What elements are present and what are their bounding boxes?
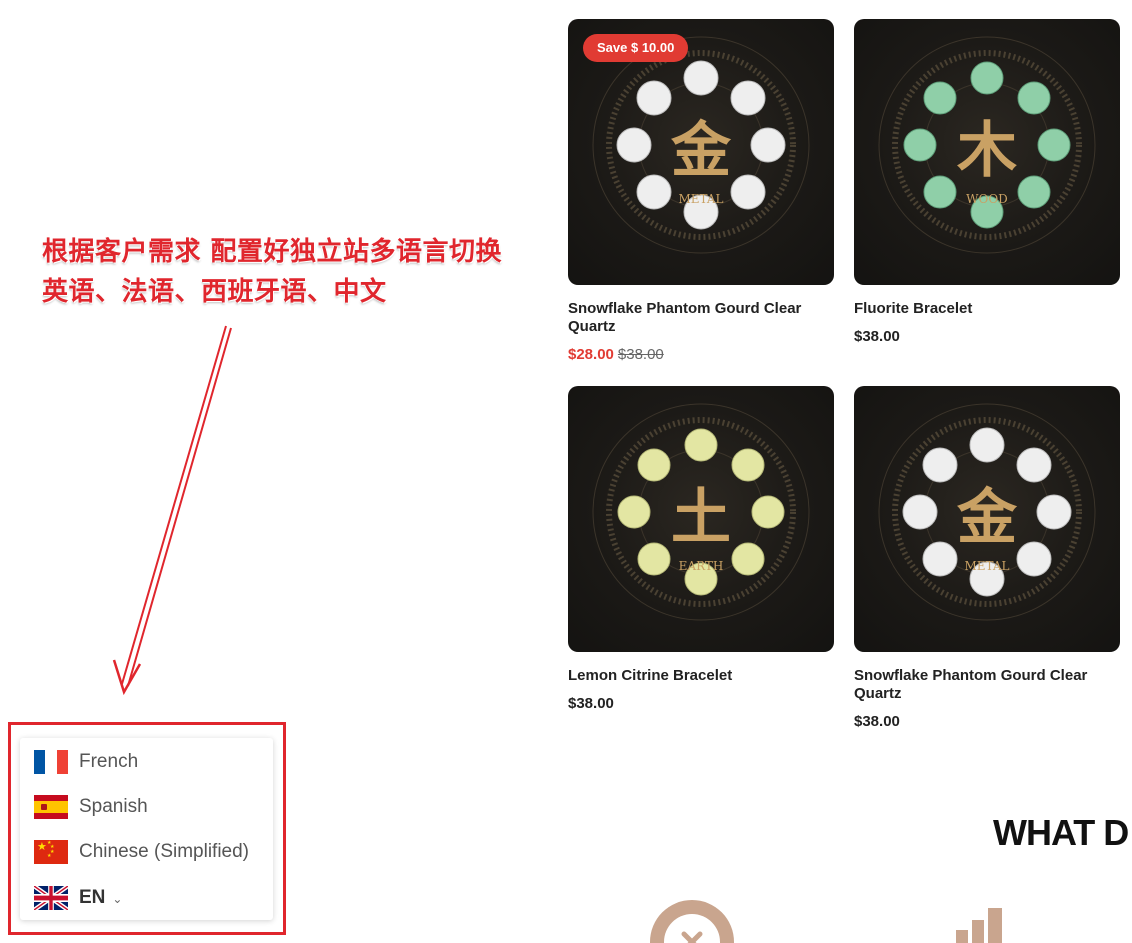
product-price: $28.00 $38.00 [568,346,834,363]
flag-uk-icon [34,886,68,910]
product-title[interactable]: Snowflake Phantom Gourd Clear Quartz [854,667,1104,703]
emblem-word: EARTH [679,559,724,573]
product-title[interactable]: Lemon Citrine Bracelet [568,667,818,685]
bracelet-graphic: 金 METAL [592,36,810,254]
product-price: $38.00 [854,328,1120,345]
product-image[interactable]: 木 WOOD [854,19,1120,285]
language-option-label: French [79,751,139,772]
product-image[interactable]: Save $ 10.00 金 METAL [568,19,834,285]
annotation-callout: 根据客户需求 配置好独立站多语言切换 英语、法语、西班牙语、中文 [42,232,532,312]
flag-china-icon: ★ ★ ★ ★ ★ [34,840,68,864]
annotation-line-2: 英语、法语、西班牙语、中文 [42,277,387,307]
emblem-character: 土 [671,483,731,553]
regular-price: $38.00 [854,713,900,730]
language-option-chinese-simplified[interactable]: ★ ★ ★ ★ ★ Chinese (Simplified) [34,837,249,867]
current-language-label: EN [79,887,106,908]
product-price: $38.00 [854,713,1120,730]
chevron-down-icon: ⌄ [112,892,123,906]
compare-at-price: $38.00 [617,346,664,363]
language-option-label: Spanish [79,796,148,817]
clock-icon [650,900,734,943]
product-title[interactable]: Fluorite Bracelet [854,300,1104,318]
sale-badge: Save $ 10.00 [583,34,689,62]
sale-price: $28.00 [568,346,614,363]
product-card[interactable]: 金 METAL Snowflake Phantom Gourd Clear Qu… [854,386,1120,730]
emblem-word: WOOD [966,192,1008,206]
flag-france-icon [34,750,68,774]
language-option-label: Chinese (Simplified) [79,841,250,862]
language-switcher-dropdown: French Spanish ★ ★ ★ ★ ★ Chinese (Simpli… [20,738,273,920]
bracelet-graphic: 土 EARTH [592,403,810,621]
annotation-arrow-icon [112,325,232,696]
product-card[interactable]: 土 EARTH Lemon Citrine Bracelet $38.00 [568,386,834,712]
product-image[interactable]: 金 METAL [854,386,1120,652]
product-image[interactable]: 土 EARTH [568,386,834,652]
bar-chart-icon [956,908,1002,943]
bracelet-graphic: 金 METAL [878,403,1096,621]
emblem-character: 金 [957,483,1018,553]
flag-spain-icon [34,795,68,819]
product-card[interactable]: 木 WOOD Fluorite Bracelet $38.00 [854,19,1120,345]
section-heading: WHAT D [993,812,1129,853]
bracelet-graphic: 木 WOOD [878,36,1096,254]
regular-price: $38.00 [854,328,900,345]
emblem-character: 金 [671,116,732,186]
emblem-word: METAL [964,559,1009,573]
product-title[interactable]: Snowflake Phantom Gourd Clear Quartz [568,300,818,336]
product-price: $38.00 [568,695,834,712]
language-option-spanish[interactable]: Spanish [34,792,148,822]
product-card[interactable]: Save $ 10.00 金 METAL Snowflake Phantom G… [568,19,834,363]
language-option-french[interactable]: French [34,747,138,777]
language-current-selector[interactable]: EN ⌄ [34,883,122,913]
emblem-character: 木 [957,116,1017,186]
annotation-line-1: 根据客户需求 配置好独立站多语言切换 [42,237,503,267]
emblem-word: METAL [678,192,723,206]
regular-price: $38.00 [568,695,614,712]
